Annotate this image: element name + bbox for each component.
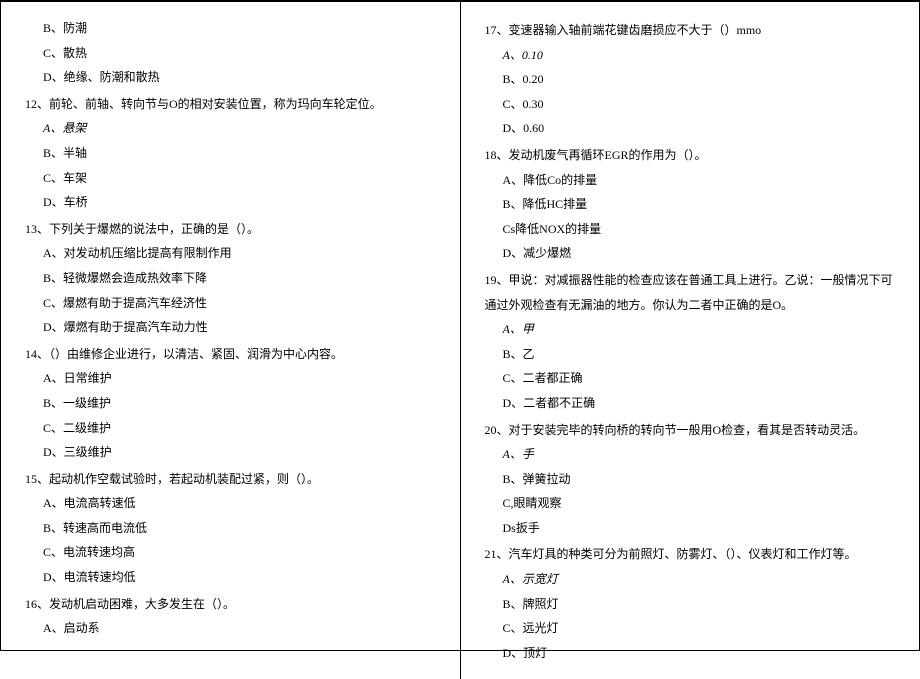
option: B、降低HC排量	[503, 192, 896, 217]
option: D、爆燃有助于提高汽车动力性	[43, 315, 436, 340]
page-body: B、防潮 C、散热 D、绝缘、防潮和散热 12、前轮、前轴、转向节与O的相对安装…	[1, 2, 919, 679]
option: B、转速高而电流低	[43, 516, 436, 541]
question-17: 17、变速器输入轴前端花键齿磨损应不大于（）mmo	[485, 18, 896, 43]
page-frame: B、防潮 C、散热 D、绝缘、防潮和散热 12、前轮、前轴、转向节与O的相对安装…	[0, 0, 920, 651]
q16-options: A、启动系	[25, 616, 436, 641]
option: C、二者都正确	[503, 366, 896, 391]
q12-options: A、悬架 B、半轴 C、车架 D、车桥	[25, 116, 436, 214]
question-20: 20、对于安装完毕的转向桥的转向节一般用O检查，看其是否转动灵活。	[485, 418, 896, 443]
question-16: 16、发动机启动困难，大多发生在（）。	[25, 592, 436, 617]
q13-options: A、对发动机压缩比提高有限制作用 B、轻微爆燃会造成热效率下降 C、爆燃有助于提…	[25, 241, 436, 339]
q19-options: A、甲 B、乙 C、二者都正确 D、二者都不正确	[485, 317, 896, 415]
option: B、轻微爆燃会造成热效率下降	[43, 266, 436, 291]
option: D、车桥	[43, 190, 436, 215]
right-column: 17、变速器输入轴前端花键齿磨损应不大于（）mmo A、0.10 B、0.20 …	[461, 2, 920, 679]
option: A、日常维护	[43, 366, 436, 391]
q15-options: A、电流高转速低 B、转速高而电流低 C、电流转速均高 D、电流转速均低	[25, 491, 436, 589]
question-19: 19、甲说：对减振器性能的检查应该在普通工具上进行。乙说：一般情况下可通过外观检…	[485, 268, 896, 317]
option: D、二者都不正确	[503, 391, 896, 416]
option: D、顶灯	[503, 641, 896, 666]
option: C、0.30	[503, 92, 896, 117]
pre-options: B、防潮 C、散热 D、绝缘、防潮和散热	[25, 16, 436, 90]
question-18: 18、发动机废气再循环EGR的作用为（）。	[485, 143, 896, 168]
option: D、三级维护	[43, 440, 436, 465]
option: A、对发动机压缩比提高有限制作用	[43, 241, 436, 266]
option: C、车架	[43, 166, 436, 191]
option: A、悬架	[43, 116, 436, 141]
question-15: 15、起动机作空载试验时，若起动机装配过紧，则（）。	[25, 467, 436, 492]
option: C、爆燃有助于提高汽车经济性	[43, 291, 436, 316]
option: A、启动系	[43, 616, 436, 641]
option: D、0.60	[503, 116, 896, 141]
option: C、远光灯	[503, 616, 896, 641]
option: A、甲	[503, 317, 896, 342]
q18-options: A、降低Co的排量 B、降低HC排量 Cs降低NOX的排量 D、减少爆燃	[485, 168, 896, 266]
option: A、手	[503, 442, 896, 467]
option: Ds扳手	[503, 516, 896, 541]
option: D、电流转速均低	[43, 565, 436, 590]
option: B、弹簧拉动	[503, 467, 896, 492]
option: A、示宽灯	[503, 567, 896, 592]
option: Cs降低NOX的排量	[503, 217, 896, 242]
option: A、电流高转速低	[43, 491, 436, 516]
option: A、0.10	[503, 43, 896, 68]
option: A、降低Co的排量	[503, 168, 896, 193]
option: B、一级维护	[43, 391, 436, 416]
q20-options: A、手 B、弹簧拉动 C,眼睛观察 Ds扳手	[485, 442, 896, 540]
q14-options: A、日常维护 B、一级维护 C、二级维护 D、三级维护	[25, 366, 436, 464]
option: C、二级维护	[43, 416, 436, 441]
question-14: 14、（）由维修企业进行，以清洁、紧固、润滑为中心内容。	[25, 342, 436, 367]
option: D、减少爆燃	[503, 241, 896, 266]
question-13: 13、下列关于爆燃的说法中，正确的是（）。	[25, 217, 436, 242]
option: D、绝缘、防潮和散热	[43, 65, 436, 90]
option: C,眼睛观察	[503, 491, 896, 516]
question-12: 12、前轮、前轴、转向节与O的相对安装位置，称为玛向车轮定位。	[25, 92, 436, 117]
option: B、防潮	[43, 16, 436, 41]
q17-options: A、0.10 B、0.20 C、0.30 D、0.60	[485, 43, 896, 141]
option: B、半轴	[43, 141, 436, 166]
left-column: B、防潮 C、散热 D、绝缘、防潮和散热 12、前轮、前轴、转向节与O的相对安装…	[1, 2, 461, 679]
option: B、乙	[503, 342, 896, 367]
option: C、散热	[43, 41, 436, 66]
question-21: 21、汽车灯具的种类可分为前照灯、防雾灯、（）、仪表灯和工作灯等。	[485, 542, 896, 567]
option: C、电流转速均高	[43, 540, 436, 565]
option: B、0.20	[503, 67, 896, 92]
option: B、牌照灯	[503, 592, 896, 617]
